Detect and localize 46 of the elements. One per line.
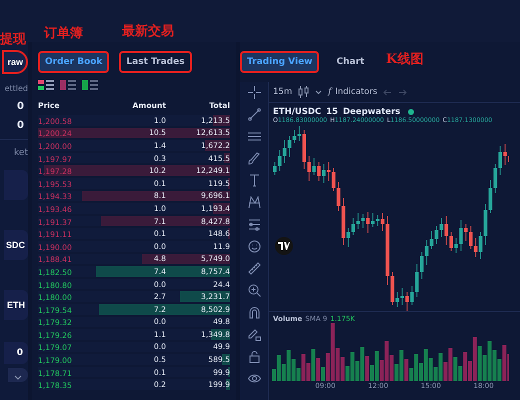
annotation-label: K线图	[386, 51, 424, 68]
bids-view-icon[interactable]	[82, 80, 98, 90]
indicators-button[interactable]: f Indicators	[328, 87, 378, 97]
ruler-icon[interactable]	[248, 262, 260, 275]
chevron-down-icon[interactable]	[315, 90, 322, 94]
withdraw-button[interactable]: raw	[2, 50, 28, 74]
text-icon[interactable]	[248, 174, 260, 187]
brush-icon[interactable]	[248, 152, 260, 165]
interval-button[interactable]: 15m	[273, 87, 292, 97]
asks-view-icon[interactable]	[60, 80, 76, 90]
tab[interactable]: Last Trades	[119, 51, 192, 73]
trend-line-icon[interactable]	[248, 108, 260, 121]
lock-icon[interactable]	[248, 350, 260, 363]
tab[interactable]: Order Book	[38, 51, 110, 73]
eye-icon[interactable]	[248, 372, 260, 385]
status-dot-icon	[408, 109, 414, 115]
magnet-icon[interactable]	[248, 306, 260, 319]
balance-value: 0	[17, 101, 25, 112]
market-label: ket	[14, 148, 28, 158]
pattern-icon[interactable]	[248, 196, 260, 209]
pencil-lock-icon[interactable]	[248, 328, 260, 341]
settings-lines-icon[interactable]	[248, 218, 260, 231]
annotation-label: 最新交易	[122, 22, 174, 40]
input-field[interactable]	[4, 170, 28, 200]
settled-label: ettled	[4, 84, 28, 93]
crosshair-icon[interactable]	[248, 86, 260, 99]
candles-icon[interactable]	[298, 86, 310, 98]
balance-value: 0	[17, 120, 25, 131]
horizontal-lines-icon[interactable]	[248, 130, 260, 143]
function-icon: f	[328, 87, 332, 97]
tab[interactable]: Trading View	[240, 51, 320, 73]
smiley-icon[interactable]	[248, 240, 260, 253]
logo-icon[interactable]	[275, 237, 293, 255]
asset-selector[interactable]: SDC	[4, 230, 28, 260]
amount-field[interactable]: 0	[4, 342, 28, 364]
zoom-in-icon[interactable]	[248, 284, 260, 297]
annotation-label: 提现	[0, 31, 26, 48]
both-sides-view-icon[interactable]	[38, 80, 54, 90]
interval-label: 15	[326, 107, 338, 117]
source-label: Deepwaters	[342, 107, 400, 117]
asset-selector[interactable]: ETH	[4, 290, 28, 320]
dropdown-button[interactable]	[8, 368, 28, 382]
tab[interactable]: Chart	[329, 51, 372, 73]
annotation-label: 订单簿	[44, 25, 83, 42]
symbol-label: ETH/USDC	[273, 107, 322, 117]
chevron-down-icon	[14, 375, 22, 380]
